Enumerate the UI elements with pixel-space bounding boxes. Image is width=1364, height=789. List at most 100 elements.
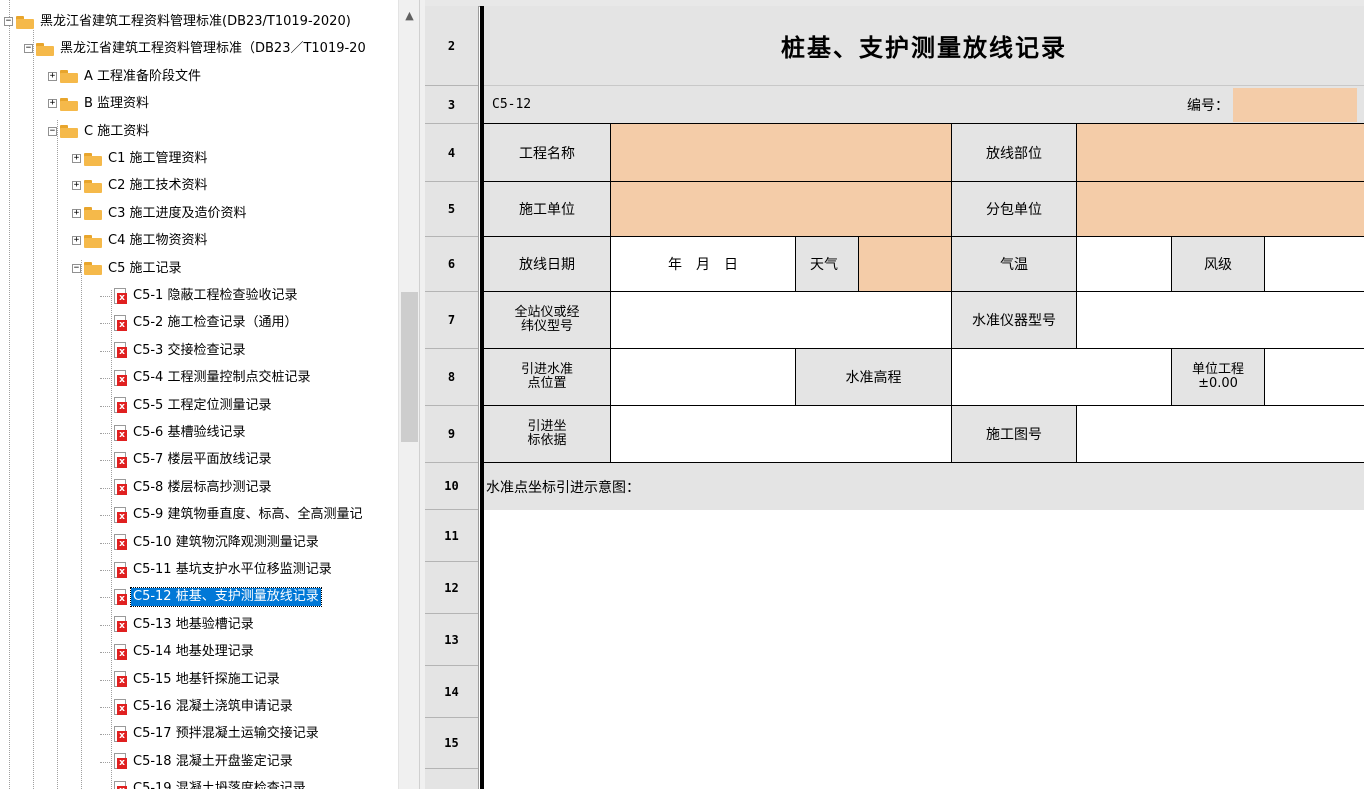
tree-folder-item[interactable]: C3 施工进度及造价资料 [84, 203, 248, 225]
tree-folder-item[interactable]: A 工程准备阶段文件 [60, 66, 203, 88]
expand-toggle-icon[interactable]: + [72, 181, 81, 191]
tree-folder-item[interactable]: C5 施工记录 [84, 258, 183, 280]
excel-file-icon: x [114, 287, 128, 305]
row-header[interactable]: 13 [425, 614, 478, 666]
tree-file-item[interactable]: x C5-8 楼层标高抄测记录 [114, 477, 273, 499]
drawing-number-field[interactable] [1077, 406, 1364, 463]
tree-item-label: 黑龙江省建筑工程资料管理标准(DB23/T1019-2020) [40, 14, 351, 29]
tree-item-label: C5 施工记录 [108, 260, 182, 276]
tree-folder-item[interactable]: C4 施工物资资料 [84, 230, 209, 252]
total-station-field[interactable] [611, 292, 952, 349]
tree-item-label: C5-17 预拌混凝土运输交接记录 [133, 726, 319, 742]
construction-unit-field[interactable] [611, 182, 952, 237]
tree-file-item[interactable]: x C5-9 建筑物垂直度、标高、全高测量记 [114, 504, 364, 526]
tree-folder-item[interactable]: 黑龙江省建筑工程资料管理标准（DB23／T1019-20 [36, 38, 368, 60]
row-header[interactable]: 5 [425, 182, 478, 237]
tree-file-item[interactable]: x C5-5 工程定位测量记录 [114, 395, 273, 417]
folder-open-icon [60, 70, 78, 84]
tree-connector [100, 734, 110, 736]
tree-folder-item[interactable]: C 施工资料 [60, 121, 151, 143]
expand-toggle-icon[interactable]: + [72, 208, 81, 218]
folder-open-icon [16, 15, 34, 29]
tree-file-item[interactable]: x C5-14 地基处理记录 [114, 641, 256, 663]
tree-connector [100, 652, 110, 654]
row-header[interactable]: 11 [425, 510, 478, 562]
tree-connector [100, 296, 110, 297]
layout-date-field[interactable]: 年 月 日 [611, 237, 796, 292]
collapse-toggle-icon[interactable]: − [72, 263, 81, 273]
excel-file-icon: x [114, 506, 128, 524]
collapse-toggle-icon[interactable]: − [24, 44, 33, 54]
tree-folder-item[interactable]: C1 施工管理资料 [84, 148, 209, 170]
tree-file-item[interactable]: x C5-3 交接检查记录 [114, 340, 247, 362]
wind-field[interactable] [1265, 237, 1364, 292]
tree-file-item[interactable]: x C5-2 施工检查记录（通用） [114, 312, 299, 334]
tree-file-item[interactable]: x C5-12 桩基、支护测量放线记录 [114, 586, 322, 608]
row-header[interactable]: 10 [425, 463, 478, 510]
row-header[interactable]: 4 [425, 124, 478, 182]
tree-folder-item[interactable]: B 监理资料 [60, 93, 151, 115]
row-header[interactable]: 12 [425, 562, 478, 614]
scroll-thumb[interactable] [401, 292, 418, 442]
unit-project-field[interactable] [1265, 349, 1364, 406]
expand-toggle-icon[interactable]: + [72, 236, 81, 246]
expand-toggle-icon[interactable]: + [48, 71, 57, 81]
expand-toggle-icon[interactable]: + [48, 99, 57, 109]
tree-file-item[interactable]: x C5-1 隐蔽工程检查验收记录 [114, 285, 299, 307]
excel-file-icon: x [114, 561, 128, 579]
row-header[interactable]: 7 [425, 292, 478, 349]
tree-item-label: 黑龙江省建筑工程资料管理标准（DB23／T1019-20 [60, 41, 366, 57]
tree-folder-item[interactable]: C2 施工技术资料 [84, 175, 209, 197]
subcontract-unit-field[interactable] [1077, 182, 1364, 237]
tree-file-item[interactable]: x C5-10 建筑物沉降观测测量记录 [114, 532, 321, 554]
collapse-toggle-icon[interactable]: − [48, 126, 57, 136]
row-header[interactable]: 2 [425, 6, 478, 86]
tree-file-item[interactable]: x C5-7 楼层平面放线记录 [114, 449, 273, 471]
tree-item-label: C5-10 建筑物沉降观测测量记录 [133, 534, 319, 550]
row-header[interactable]: 14 [425, 666, 478, 718]
tree-guide-line [9, 0, 10, 789]
benchmark-elevation-field[interactable] [952, 349, 1172, 406]
tree-file-item[interactable]: x C5-6 基槽验线记录 [114, 422, 247, 444]
tree-file-item[interactable]: x C5-18 混凝土开盘鉴定记录 [114, 751, 295, 773]
temperature-field[interactable] [1077, 237, 1172, 292]
form-code[interactable]: C5-12 [484, 86, 1233, 124]
tree-file-item[interactable]: x C5-15 地基钎探施工记录 [114, 669, 282, 691]
row-header[interactable]: 8 [425, 349, 478, 406]
tree-file-item[interactable]: x C5-19 混凝土坍落度检查记录 [114, 778, 308, 789]
collapse-toggle-icon[interactable]: − [4, 17, 13, 26]
expand-toggle-icon[interactable]: + [72, 154, 81, 163]
row-header[interactable]: 9 [425, 406, 478, 463]
tree-scrollbar[interactable]: ▲ [398, 0, 420, 789]
tree-connector [100, 515, 110, 517]
level-instrument-field[interactable] [1077, 292, 1364, 349]
diagram-area[interactable] [484, 510, 1364, 789]
benchmark-location-label: 引进水准点位置 [484, 349, 611, 406]
tree-connector [100, 707, 110, 708]
tree-file-item[interactable]: x C5-16 混凝土浇筑申请记录 [114, 696, 295, 718]
tree-item-label: C5-15 地基钎探施工记录 [133, 671, 280, 687]
tree-file-item[interactable]: x C5-17 预拌混凝土运输交接记录 [114, 723, 321, 745]
project-name-field[interactable] [611, 124, 952, 182]
number-field[interactable] [1233, 88, 1357, 122]
coordinate-basis-field[interactable] [611, 406, 952, 463]
excel-file-icon: x [114, 698, 128, 716]
excel-file-icon: x [114, 451, 128, 469]
benchmark-location-field[interactable] [611, 349, 796, 406]
level-instrument-label: 水准仪器型号 [952, 292, 1077, 349]
tree-file-item[interactable]: x C5-13 地基验槽记录 [114, 614, 256, 636]
tree-connector [100, 405, 110, 407]
tree-folder-item[interactable]: 黑龙江省建筑工程资料管理标准(DB23/T1019-2020) [16, 11, 353, 33]
row-header[interactable]: 6 [425, 237, 478, 292]
form-title[interactable]: 桩基、支护测量放线记录 [484, 6, 1364, 86]
tree-guide-line [111, 290, 112, 789]
scroll-up-arrow-icon[interactable]: ▲ [399, 0, 420, 30]
row-header[interactable]: 15 [425, 718, 478, 769]
tree-file-item[interactable]: x C5-11 基坑支护水平位移监测记录 [114, 559, 334, 581]
layout-location-field[interactable] [1077, 124, 1364, 182]
weather-field[interactable] [859, 237, 952, 292]
tree-panel[interactable]: − 黑龙江省建筑工程资料管理标准(DB23/T1019-2020) − 黑龙江省建筑工… [0, 0, 398, 789]
tree-file-item[interactable]: x C5-4 工程测量控制点交桩记录 [114, 367, 312, 389]
row-header[interactable]: 3 [425, 86, 478, 124]
layout-location-label: 放线部位 [952, 124, 1077, 182]
